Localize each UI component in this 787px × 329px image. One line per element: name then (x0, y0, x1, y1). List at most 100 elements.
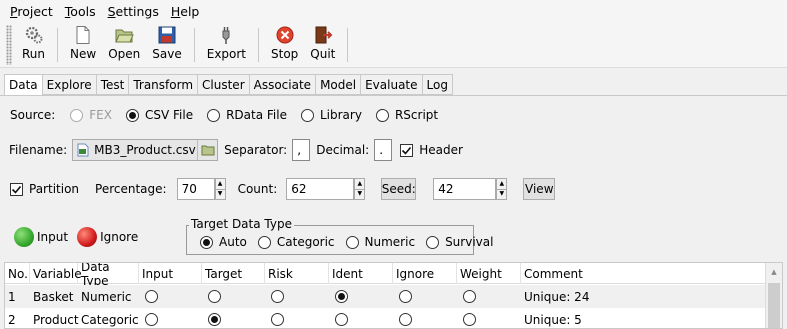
input-radio[interactable] (145, 313, 158, 326)
header-checkbox[interactable] (400, 143, 414, 157)
rscript-radio[interactable] (375, 108, 389, 122)
target-survival-option[interactable]: Survival (426, 235, 493, 249)
tab-associate[interactable]: Associate (249, 74, 317, 95)
tab-log[interactable]: Log (422, 74, 453, 95)
weight-radio[interactable] (463, 313, 476, 326)
percentage-spinner[interactable]: 70 ▲ ▼ (176, 178, 226, 200)
target-auto-option[interactable]: Auto (200, 235, 247, 249)
stop-button[interactable]: Stop (265, 22, 304, 66)
run-button[interactable]: Run (16, 22, 51, 66)
table-row[interactable]: 1 Basket Numeric Unique: 24 (5, 285, 765, 308)
tab-explore[interactable]: Explore (42, 74, 97, 95)
toolbar-grip[interactable] (6, 25, 12, 65)
percentage-spinner-arrows[interactable]: ▲ ▼ (214, 178, 226, 200)
col-risk[interactable]: Risk (265, 263, 329, 284)
browse-folder-icon[interactable] (197, 140, 217, 160)
row-no: 1 (8, 289, 16, 304)
risk-radio[interactable] (271, 290, 284, 303)
spin-up-icon[interactable]: ▲ (354, 178, 366, 189)
seed-button[interactable]: Seed: (381, 178, 417, 200)
partition-checkbox[interactable] (10, 182, 23, 196)
menu-project[interactable]: Project (4, 4, 59, 19)
col-ident[interactable]: Ident (329, 263, 393, 284)
spin-up-icon[interactable]: ▲ (214, 178, 226, 189)
spin-up-icon[interactable]: ▲ (496, 178, 508, 189)
target-survival-radio[interactable] (426, 235, 440, 249)
percentage-input[interactable]: 70 (176, 178, 215, 200)
stop-button-label: Stop (271, 47, 299, 61)
source-option-rscript[interactable]: RScript (375, 108, 438, 122)
target-numeric-radio[interactable] (345, 235, 359, 249)
count-spinner-arrows[interactable]: ▲ ▼ (354, 178, 366, 200)
source-option-library[interactable]: Library (300, 108, 362, 122)
filename-chooser[interactable]: MB3_Product.csv (72, 139, 219, 161)
col-data-type[interactable]: Data Type (78, 263, 139, 288)
weight-radio[interactable] (463, 290, 476, 303)
col-weight[interactable]: Weight (457, 263, 521, 284)
ident-radio[interactable] (335, 290, 348, 303)
count-spinner[interactable]: 62 ▲ ▼ (286, 178, 366, 200)
ident-radio[interactable] (335, 313, 348, 326)
source-option-csv[interactable]: CSV File (125, 108, 194, 122)
rdata-radio[interactable] (207, 108, 221, 122)
csv-radio[interactable] (125, 108, 139, 122)
target-radio[interactable] (208, 313, 221, 326)
target-categoric-option[interactable]: Categoric (257, 235, 335, 249)
new-button[interactable]: New (64, 22, 102, 66)
ignore-radio[interactable] (399, 290, 412, 303)
save-button[interactable]: Save (146, 22, 187, 66)
library-radio[interactable] (300, 108, 314, 122)
export-button[interactable]: Export (201, 22, 252, 66)
table-vertical-scrollbar[interactable]: ▲ (765, 263, 782, 328)
table-row[interactable]: 2 Product Categoric Unique: 5 (5, 308, 765, 328)
tab-data[interactable]: Data (4, 74, 43, 96)
view-button[interactable]: View (523, 178, 556, 200)
decimal-input[interactable]: . (374, 139, 393, 161)
col-input[interactable]: Input (139, 263, 202, 284)
target-radio[interactable] (208, 290, 221, 303)
scroll-up-icon[interactable]: ▲ (766, 263, 782, 280)
menu-help[interactable]: Help (165, 4, 206, 19)
target-numeric-option[interactable]: Numeric (345, 235, 415, 249)
col-no[interactable]: No. (5, 263, 30, 284)
menu-tools-label: ools (70, 3, 96, 19)
seed-input[interactable]: 42 (433, 178, 497, 200)
csv-label: CSV File (144, 108, 194, 122)
target-categoric-radio[interactable] (257, 235, 271, 249)
header-option[interactable]: Header (400, 143, 463, 157)
source-option-rdata[interactable]: RData File (207, 108, 287, 122)
seed-spinner-arrows[interactable]: ▲ ▼ (496, 178, 508, 200)
row-data-type: Categoric (81, 312, 139, 327)
risk-radio[interactable] (271, 313, 284, 326)
col-variable[interactable]: Variable (30, 263, 82, 284)
spin-down-icon[interactable]: ▼ (496, 188, 508, 200)
spin-down-icon[interactable]: ▼ (354, 188, 366, 200)
tab-evaluate[interactable]: Evaluate (361, 74, 423, 95)
tab-transform[interactable]: Transform (129, 74, 199, 95)
row-weight-cell (457, 308, 521, 328)
tab-model[interactable]: Model (316, 74, 362, 95)
menu-settings[interactable]: Settings (102, 4, 165, 19)
seed-spinner[interactable]: 42 ▲ ▼ (433, 178, 508, 200)
col-target[interactable]: Target (202, 263, 265, 284)
tab-bar: Data Explore Test Transform Cluster Asso… (4, 74, 453, 96)
tab-cluster[interactable]: Cluster (198, 74, 250, 95)
count-input[interactable]: 62 (286, 178, 355, 200)
target-auto-radio[interactable] (200, 235, 213, 249)
col-ignore[interactable]: Ignore (393, 263, 457, 284)
rdata-label: RData File (226, 108, 287, 122)
partition-option[interactable]: Partition (10, 182, 79, 196)
open-button[interactable]: Open (102, 22, 146, 66)
table-header: No. Variable Data Type Input Target Risk… (5, 263, 765, 288)
spin-down-icon[interactable]: ▼ (214, 188, 226, 200)
quit-button[interactable]: Quit (304, 22, 341, 66)
separator-input[interactable]: , (292, 139, 311, 161)
scroll-thumb[interactable] (768, 283, 780, 328)
tab-test[interactable]: Test (96, 74, 130, 95)
col-comment[interactable]: Comment (521, 263, 765, 284)
ignore-radio[interactable] (399, 313, 412, 326)
target-data-type-title: Target Data Type (189, 217, 294, 231)
new-document-icon (73, 25, 93, 45)
input-radio[interactable] (145, 290, 158, 303)
menu-tools[interactable]: Tools (59, 4, 102, 19)
